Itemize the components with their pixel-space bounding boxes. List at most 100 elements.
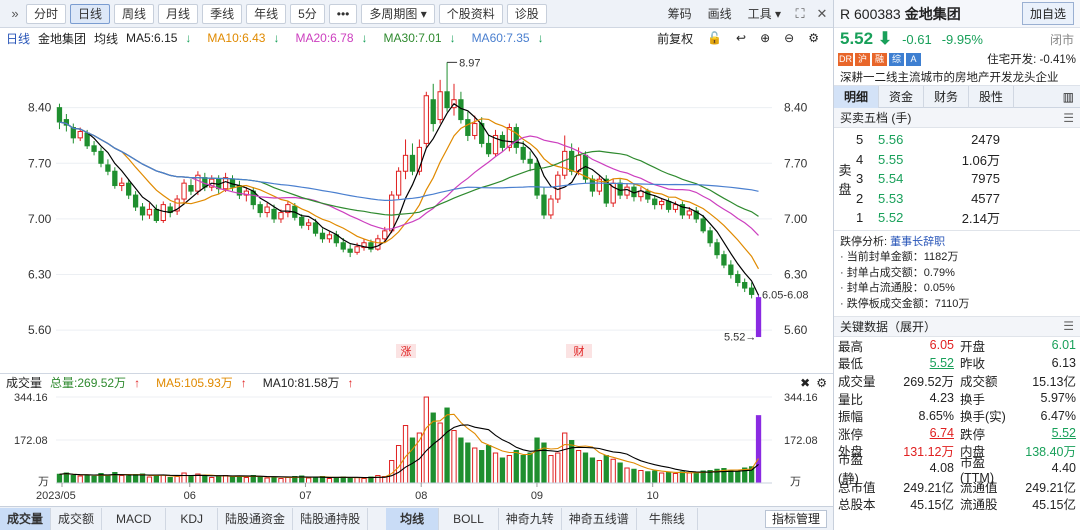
volume-ma5: MA5:105.93万 ↑	[156, 374, 255, 391]
analysis-reason-link[interactable]: 董事长辞职	[890, 236, 945, 248]
arrow-down-icon: ⬇	[877, 29, 893, 48]
analysis-line-text: 跌停板成交金额：7110万	[846, 297, 970, 310]
tab-macd[interactable]: MACD	[102, 507, 167, 530]
volume-bar	[506, 455, 513, 484]
return-icon[interactable]: ↩	[736, 31, 746, 45]
price-tick-right: 5.60	[784, 323, 808, 337]
range-label: 6.05-6.08	[762, 289, 808, 301]
kd-label: 总市值	[838, 480, 876, 495]
candle-body	[735, 274, 741, 283]
tab-stock-nature[interactable]: 股性	[969, 85, 1015, 108]
ma30-value: MA30:7.01 ↓	[384, 31, 464, 45]
price-change-pct: -9.95%	[941, 31, 983, 47]
candle-body	[409, 154, 416, 172]
tab-kdj[interactable]: KDJ	[166, 507, 219, 530]
candle-body	[562, 150, 568, 176]
period-monthly-button[interactable]: 月线	[158, 3, 199, 24]
kd-label: 最低	[838, 357, 864, 372]
volume-tick-right: 172.08	[784, 435, 818, 447]
tab-finance[interactable]: 财务	[924, 85, 970, 108]
ma5-value: MA5:6.15 ↓	[126, 31, 199, 45]
tab-hk-flow[interactable]: 陆股通资金	[218, 507, 294, 530]
menu-icon[interactable]: ☰	[1063, 111, 1074, 125]
close-icon[interactable]: ✕	[811, 6, 833, 22]
volume-bar	[638, 470, 644, 484]
price-tick-left: 5.60	[28, 323, 52, 337]
tab-bull-bear[interactable]: 牛熊线	[637, 507, 698, 530]
period-5min-button[interactable]: 5分	[290, 3, 325, 24]
collapse-icon[interactable]: »	[4, 6, 26, 21]
volume-chart[interactable]: 344.16 172.08 万 344.16 172.08 万 2023/05 06 07 08 0…	[0, 391, 833, 506]
detail-expand-icon[interactable]: ▥	[1063, 90, 1074, 104]
tab-turnover[interactable]: 成交额	[51, 507, 103, 530]
volume-bar	[229, 476, 236, 484]
tab-boll[interactable]: BOLL	[439, 507, 499, 530]
diagnose-button[interactable]: 诊股	[506, 3, 547, 24]
tab-detail[interactable]: 明细	[834, 85, 880, 108]
candle-body	[382, 230, 388, 240]
tab-funds[interactable]: 资金	[879, 85, 925, 108]
candle-body	[112, 170, 118, 187]
ma30-text: MA30:7.01	[383, 31, 442, 45]
candle-body	[257, 204, 263, 214]
fullscreen-icon[interactable]: ⛶	[789, 6, 811, 22]
more-button[interactable]: •••	[328, 3, 358, 24]
key-data-row: 涨停 6.74 跌停 5.52	[834, 424, 1080, 442]
kd-value: 6.01	[1051, 338, 1076, 353]
period-intraday-button[interactable]: 分时	[26, 3, 67, 24]
kd-value: 269.52万	[903, 374, 954, 389]
key-data-title[interactable]: 关键数据（展开）	[840, 318, 936, 335]
price-tick-left: 7.70	[28, 156, 52, 170]
period-yearly-button[interactable]: 年线	[246, 3, 287, 24]
ask-row: 4 5.55 1.06万	[856, 150, 1080, 170]
candle-body	[755, 297, 762, 338]
price-chart[interactable]: 8.40 8.40 7.70 7.70 7.00 7.00 6.30 6.30 5.60 5.60…	[0, 48, 833, 373]
volume-bar	[375, 475, 381, 484]
arrow-down-icon: ↓	[273, 31, 280, 45]
price-tick-right: 7.70	[784, 156, 808, 170]
period-weekly-button[interactable]: 周线	[114, 3, 155, 24]
volume-bar	[465, 442, 471, 484]
tab-ma[interactable]: 均线	[386, 507, 440, 530]
candle-body	[160, 204, 166, 222]
add-watchlist-button[interactable]: 加自选	[1021, 2, 1074, 25]
multi-period-dropdown[interactable]: 多周期图 ▾	[361, 3, 435, 24]
tab-five-lines[interactable]: 神奇五线谱	[562, 507, 637, 530]
analysis-title-row: 跌停分析: 董事长辞职	[840, 235, 1074, 251]
period-quarterly-button[interactable]: 季线	[202, 3, 243, 24]
volume-bar	[347, 477, 353, 484]
stock-profile-button[interactable]: 个股资料	[438, 3, 503, 24]
price-change: -0.61	[902, 31, 932, 47]
ask-level: 3	[856, 171, 864, 187]
ask-level: 1	[856, 210, 864, 226]
ask-side-char2: 盘	[838, 181, 852, 197]
volume-bar	[354, 477, 360, 484]
analysis-line-text: 当前封单金额：1182万	[846, 251, 959, 263]
arrow-up-icon: ↑	[240, 376, 247, 390]
period-daily-button[interactable]: 日线	[70, 3, 111, 24]
ma-label[interactable]: 均线	[94, 30, 118, 47]
sector-change[interactable]: 住宅开发: -0.41%	[987, 51, 1076, 67]
ask-price: 5.53	[878, 190, 904, 206]
menu-icon[interactable]: ☰	[1063, 319, 1074, 333]
volume-legend: 成交量 总量:269.52万 ↑ MA5:105.93万 ↑ MA10:81.58万…	[0, 373, 833, 391]
tab-hk-holding[interactable]: 陆股通持股	[293, 507, 369, 530]
tab-td9[interactable]: 神奇九转	[499, 507, 562, 530]
zoom-out-icon[interactable]: ⊖	[784, 31, 794, 45]
indicator-manager-button[interactable]: 指标管理	[764, 509, 827, 528]
chips-button[interactable]: 筹码	[660, 5, 700, 22]
tab-volume[interactable]: 成交量	[0, 507, 52, 530]
settings-icon[interactable]: ⚙	[808, 31, 819, 45]
volume-close-icon[interactable]: ✖	[800, 376, 810, 390]
candle-body	[347, 248, 353, 253]
draw-line-button[interactable]: 画线	[700, 5, 740, 22]
zoom-in-icon[interactable]: ⊕	[760, 31, 770, 45]
volume-settings-icon[interactable]: ⚙	[816, 376, 827, 390]
volume-bar	[472, 447, 478, 484]
adjust-label[interactable]: 前复权	[657, 30, 693, 47]
tools-button[interactable]: 工具 ▾	[740, 5, 789, 22]
candle-body	[742, 282, 748, 289]
lock-icon[interactable]: 🔓	[707, 31, 722, 45]
volume-bar	[527, 452, 533, 484]
candle-body	[728, 264, 734, 276]
